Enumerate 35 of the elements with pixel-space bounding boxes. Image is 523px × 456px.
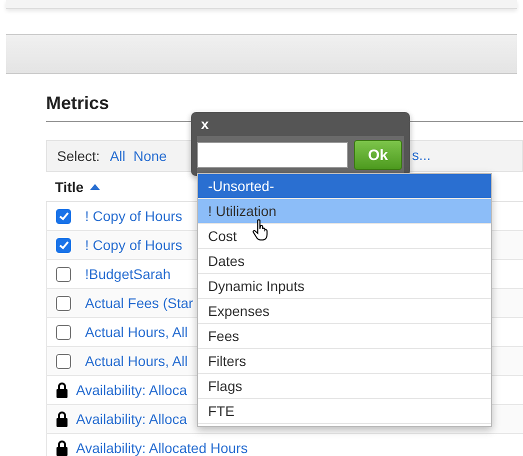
dropdown-option[interactable]: -Unsorted- <box>198 174 491 199</box>
dropdown-option[interactable]: Filters <box>198 349 491 374</box>
metric-link[interactable]: Availability: Alloca <box>76 382 188 398</box>
ok-button[interactable]: Ok <box>354 140 402 170</box>
hand-cursor-icon <box>252 219 270 241</box>
checkbox[interactable] <box>56 266 71 282</box>
metric-link[interactable]: Actual Hours, All <box>85 353 188 369</box>
dropdown-option[interactable]: FTE <box>198 399 491 424</box>
dropdown-option[interactable]: ! Utilization <box>198 199 491 224</box>
dropdown-option[interactable]: Dynamic Inputs <box>198 274 491 299</box>
metric-link[interactable]: Actual Fees (Star <box>85 295 194 311</box>
checkbox[interactable] <box>56 354 71 368</box>
dropdown-option[interactable]: Expenses <box>198 299 491 324</box>
lock-icon <box>56 411 68 427</box>
lock-icon <box>56 440 68 456</box>
metric-link[interactable]: ! Copy of Hours <box>85 237 182 253</box>
metric-link[interactable]: ! Copy of Hours <box>85 208 182 224</box>
checkbox[interactable] <box>56 208 71 224</box>
column-header[interactable]: Title <box>55 178 100 194</box>
dropdown-option[interactable]: Fees <box>198 324 491 349</box>
metric-link[interactable]: !BudgetSarah <box>85 266 171 282</box>
dropdown-option[interactable]: Dates <box>198 249 491 274</box>
lock-icon <box>56 382 68 398</box>
select-label: Select: <box>57 148 100 164</box>
checkbox[interactable] <box>56 296 71 310</box>
metric-link[interactable]: Availability: Alloca <box>76 411 188 427</box>
checkbox[interactable] <box>56 324 71 340</box>
input-field[interactable] <box>197 142 348 168</box>
select-link[interactable]: None <box>133 148 167 164</box>
checkbox[interactable] <box>56 238 71 252</box>
metric-link[interactable]: Actual Hours, All <box>85 324 188 340</box>
dropdown-option[interactable]: Flags <box>198 374 491 399</box>
select-link[interactable]: All <box>110 148 126 164</box>
options-link[interactable]: s... <box>412 147 431 163</box>
metric-link[interactable]: Availability: Allocated Hours <box>76 440 248 456</box>
